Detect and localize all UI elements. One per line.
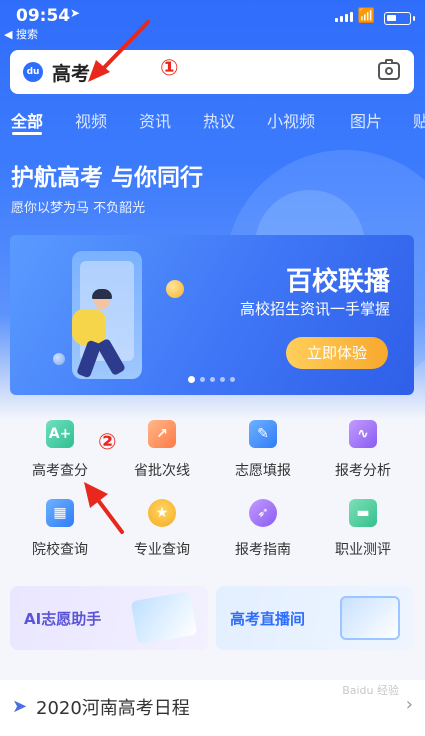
battery-icon xyxy=(384,12,411,25)
edit-icon: ✎ xyxy=(249,420,277,448)
compass-icon: ➶ xyxy=(249,499,277,527)
medal-icon: ★ xyxy=(148,499,176,527)
building-icon: ▦ xyxy=(46,499,74,527)
decor-ball xyxy=(166,280,184,298)
carousel-indicator xyxy=(188,376,235,383)
grid-item-career-test[interactable]: ▬ 职业测评 xyxy=(313,499,413,569)
chart-icon: ∿ xyxy=(349,420,377,448)
grid-label: 报考指南 xyxy=(235,542,291,558)
ai-assistant-card[interactable]: AI志愿助手 xyxy=(10,586,208,650)
card-label: AI志愿助手 xyxy=(24,610,102,628)
live-stream-card[interactable]: 高考直播间 xyxy=(216,586,414,650)
search-bar[interactable]: du 高考 xyxy=(10,50,414,94)
back-to-app-link[interactable]: ◀ 搜索 xyxy=(4,26,38,42)
grid-label: 高考查分 xyxy=(32,463,88,479)
grid-label: 省批次线 xyxy=(134,463,190,479)
category-tabs: 全部 视频 资讯 热议 小视频 图片 贴 xyxy=(0,108,425,138)
briefcase-icon: ▬ xyxy=(349,499,377,527)
schedule-row[interactable]: ➤ 2020河南高考日程 Baidu 经验 › xyxy=(0,680,425,736)
page-title: 护航高考 与你同行 xyxy=(11,165,204,191)
tab-posts[interactable]: 贴 xyxy=(413,108,425,132)
grid-label: 报考分析 xyxy=(335,463,391,479)
monitor-illustration xyxy=(340,596,400,640)
trend-icon: ↗ xyxy=(148,420,176,448)
watermark: Baidu 经验 xyxy=(342,684,399,697)
student-illustration xyxy=(72,309,106,345)
page-subtitle: 愿你以梦为马 不负韶光 xyxy=(11,201,146,216)
grid-item-application[interactable]: ✎ 志愿填报 xyxy=(213,420,313,490)
grid-label: 志愿填报 xyxy=(235,463,291,479)
chevron-right-icon: › xyxy=(405,694,413,715)
tab-discussion[interactable]: 热议 xyxy=(203,108,235,132)
carousel-dot[interactable] xyxy=(200,377,205,382)
decor-ball xyxy=(53,353,65,365)
paper-plane-icon: ➤ xyxy=(12,696,28,717)
wifi-icon: 📶 xyxy=(357,8,375,24)
annotation-arrow-1 xyxy=(88,20,150,82)
tab-active-indicator xyxy=(12,132,42,135)
carousel-dot[interactable] xyxy=(210,377,215,382)
annotation-arrow-2 xyxy=(84,482,124,534)
try-now-button[interactable]: 立即体验 xyxy=(286,337,388,369)
camera-icon[interactable] xyxy=(378,59,400,80)
score-icon: A+ xyxy=(46,420,74,448)
tab-images[interactable]: 图片 xyxy=(350,108,382,132)
banner-subtitle: 高校招生资讯一手掌握 xyxy=(239,300,390,318)
grid-label: 院校查询 xyxy=(32,542,88,558)
grid-label: 职业测评 xyxy=(335,542,391,558)
status-bar: 09:54 ➤ ◀ 搜索 📶 xyxy=(0,0,425,42)
baidu-logo-icon: du xyxy=(23,62,43,82)
card-label: 高考直播间 xyxy=(230,610,306,628)
banner-title: 百校联播 xyxy=(285,267,390,297)
annotation-number-1: ① xyxy=(160,56,179,81)
tab-all[interactable]: 全部 xyxy=(11,108,43,132)
grid-item-guide[interactable]: ➶ 报考指南 xyxy=(213,499,313,569)
tab-video[interactable]: 视频 xyxy=(75,108,107,132)
grid-label: 专业查询 xyxy=(134,542,190,558)
promo-banner[interactable]: 百校联播 高校招生资讯一手掌握 立即体验 xyxy=(10,235,414,395)
schedule-title: 2020河南高考日程 xyxy=(36,698,190,719)
tab-news[interactable]: 资讯 xyxy=(139,108,171,132)
location-icon: ➤ xyxy=(70,6,81,20)
signal-icon xyxy=(335,12,353,22)
tab-short-video[interactable]: 小视频 xyxy=(267,108,315,132)
grid-item-analysis[interactable]: ∿ 报考分析 xyxy=(313,420,413,490)
status-time: 09:54 xyxy=(16,6,71,26)
carousel-dot[interactable] xyxy=(220,377,225,382)
carousel-dot[interactable] xyxy=(230,377,235,382)
annotation-number-2: ② xyxy=(98,430,117,455)
book-illustration xyxy=(130,591,198,645)
carousel-dot[interactable] xyxy=(188,376,195,383)
